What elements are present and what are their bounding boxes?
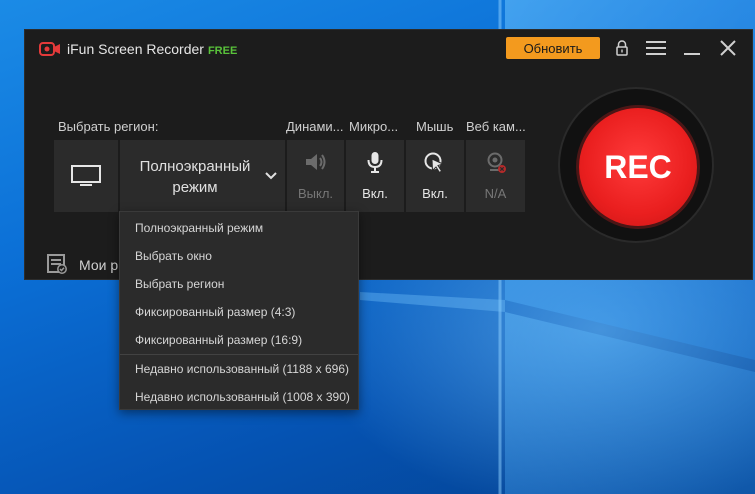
dropdown-item-region[interactable]: Выбрать регион [120, 270, 358, 298]
mode-line-2: режим [172, 179, 218, 196]
dropdown-item-recent-1[interactable]: Недавно использованный (1188 x 696) [120, 355, 358, 383]
update-button[interactable]: Обновить [506, 37, 600, 59]
dropdown-item-fixed-4-3[interactable]: Фиксированный размер (4:3) [120, 298, 358, 326]
webcam-state: N/A [484, 186, 507, 201]
region-monitor-button[interactable] [54, 140, 118, 212]
app-title: iFun Screen Recorder FREE [67, 41, 237, 57]
lock-icon[interactable] [610, 37, 634, 59]
microphone-icon [367, 152, 383, 173]
minimize-icon[interactable] [680, 37, 704, 59]
mode-line-1: Полноэкранный [139, 158, 251, 175]
speaker-label: Динами... [286, 119, 344, 134]
my-recordings-link[interactable]: Мои р [79, 257, 118, 273]
hamburger-icon[interactable] [644, 37, 668, 59]
mic-toggle[interactable]: Вкл. [346, 140, 404, 212]
speaker-toggle[interactable]: Выкл. [287, 140, 344, 212]
webcam-icon [487, 152, 506, 173]
monitor-icon [71, 165, 101, 186]
camera-record-icon [39, 42, 60, 56]
dropdown-item-fullscreen[interactable]: Полноэкранный режим [120, 214, 358, 242]
speaker-icon [306, 154, 326, 170]
mouse-cursor-icon [424, 152, 445, 174]
close-icon[interactable] [716, 37, 740, 59]
rec-button-ring: REC [558, 87, 714, 243]
mic-label: Микро... [349, 119, 399, 134]
rec-button[interactable]: REC [579, 108, 697, 226]
title-bar: iFun Screen Recorder FREE Обновить [25, 30, 752, 66]
dropdown-item-fixed-16-9[interactable]: Фиксированный размер (16:9) [120, 326, 358, 354]
webcam-toggle[interactable]: N/A [466, 140, 525, 212]
edition-badge: FREE [207, 45, 238, 57]
mic-state: Вкл. [362, 186, 388, 201]
recordings-list-icon[interactable] [47, 254, 67, 274]
chevron-down-icon [265, 172, 277, 180]
dropdown-item-recent-2[interactable]: Недавно использованный (1008 x 390) [120, 383, 358, 411]
mode-select[interactable]: Полноэкранный режим [120, 140, 285, 212]
dropdown-item-window[interactable]: Выбрать окно [120, 242, 358, 270]
mouse-label: Мышь [416, 119, 454, 134]
mouse-state: Вкл. [422, 186, 448, 201]
region-label: Выбрать регион: [58, 119, 159, 134]
webcam-label: Веб кам... [466, 119, 526, 134]
mouse-toggle[interactable]: Вкл. [406, 140, 464, 212]
speaker-state: Выкл. [297, 186, 334, 201]
mode-dropdown-menu: Полноэкранный режим Выбрать окно Выбрать… [119, 211, 359, 410]
app-name: iFun Screen Recorder [67, 41, 204, 57]
mode-selected: Полноэкранный режим [120, 156, 270, 198]
